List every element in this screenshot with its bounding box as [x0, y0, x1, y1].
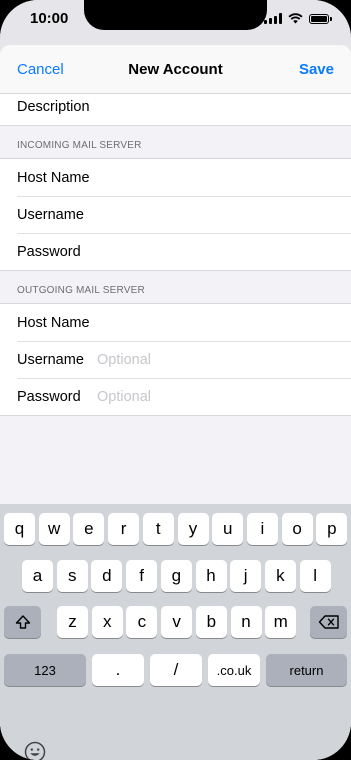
status-icons — [264, 13, 332, 24]
incoming-host-label: Host Name — [17, 169, 90, 186]
nav-bar: Cancel New Account Save — [0, 45, 351, 94]
outgoing-host-field[interactable]: Host Name — [0, 304, 351, 341]
slash-key[interactable]: / — [150, 654, 202, 686]
description-label: Description — [17, 99, 90, 115]
key-d[interactable]: d — [91, 560, 123, 592]
delete-key[interactable] — [310, 606, 347, 638]
save-button[interactable]: Save — [299, 61, 334, 78]
domain-key[interactable]: .co.uk — [208, 654, 260, 686]
key-y[interactable]: y — [177, 513, 209, 545]
keyboard-row-4: 123 . / .co.uk return — [0, 654, 351, 686]
key-s[interactable]: s — [56, 560, 88, 592]
incoming-section-header: INCOMING MAIL SERVER — [0, 126, 351, 158]
notch — [84, 0, 267, 30]
key-f[interactable]: f — [126, 560, 158, 592]
incoming-group: Host Name Username Password — [0, 158, 351, 271]
incoming-username-label: Username — [17, 206, 84, 223]
key-i[interactable]: i — [246, 513, 278, 545]
keyboard-row-2: asdfghjkl — [0, 560, 351, 592]
key-h[interactable]: h — [195, 560, 227, 592]
key-v[interactable]: v — [161, 606, 193, 638]
key-t[interactable]: t — [142, 513, 174, 545]
incoming-host-field[interactable]: Host Name — [0, 159, 351, 196]
incoming-password-label: Password — [17, 243, 81, 260]
keyboard: qwertyuiop asdfghjkl zxcvbnm 123 . / .co… — [0, 504, 351, 760]
key-o[interactable]: o — [281, 513, 313, 545]
signal-icon — [264, 13, 282, 24]
delete-icon — [318, 615, 339, 629]
key-u[interactable]: u — [212, 513, 244, 545]
emoji-icon[interactable] — [24, 741, 46, 760]
shift-icon — [15, 615, 30, 629]
key-x[interactable]: x — [91, 606, 123, 638]
key-c[interactable]: c — [126, 606, 158, 638]
status-time: 10:00 — [30, 10, 69, 27]
outgoing-host-label: Host Name — [17, 314, 90, 331]
keyboard-row-3: zxcvbnm — [0, 606, 351, 638]
key-k[interactable]: k — [264, 560, 296, 592]
new-account-sheet: Cancel New Account Save Description INCO… — [0, 45, 351, 760]
dot-key[interactable]: . — [92, 654, 144, 686]
key-m[interactable]: m — [265, 606, 297, 638]
key-j[interactable]: j — [230, 560, 262, 592]
incoming-password-field[interactable]: Password — [0, 233, 351, 270]
key-e[interactable]: e — [73, 513, 105, 545]
keyboard-row-1: qwertyuiop — [0, 513, 351, 545]
key-n[interactable]: n — [230, 606, 262, 638]
key-z[interactable]: z — [57, 606, 88, 638]
outgoing-username-placeholder: Optional — [97, 351, 152, 368]
shift-key[interactable] — [4, 606, 41, 638]
numbers-key[interactable]: 123 — [4, 654, 86, 686]
description-group: Description — [0, 94, 351, 126]
key-a[interactable]: a — [22, 560, 53, 592]
outgoing-username-label: Username — [17, 351, 84, 368]
incoming-username-field[interactable]: Username — [0, 196, 351, 233]
outgoing-section-header: OUTGOING MAIL SERVER — [0, 271, 351, 303]
outgoing-password-field[interactable]: Password Optional — [0, 378, 351, 415]
outgoing-password-placeholder: Optional — [97, 388, 152, 405]
key-b[interactable]: b — [195, 606, 227, 638]
key-q[interactable]: q — [4, 513, 35, 545]
outgoing-group: Host Name Username Optional Password Opt… — [0, 303, 351, 416]
key-g[interactable]: g — [160, 560, 192, 592]
outgoing-username-field[interactable]: Username Optional — [0, 341, 351, 378]
key-r[interactable]: r — [108, 513, 140, 545]
key-w[interactable]: w — [38, 513, 70, 545]
status-bar: 10:00 — [0, 0, 351, 36]
key-p[interactable]: p — [316, 513, 348, 545]
description-field[interactable]: Description — [0, 94, 351, 125]
return-key[interactable]: return — [266, 654, 347, 686]
outgoing-password-label: Password — [17, 388, 81, 405]
wifi-icon — [288, 13, 303, 24]
phone-screen: 10:00 Cancel New Account Save Descriptio… — [0, 0, 351, 760]
battery-icon — [309, 13, 332, 24]
key-l[interactable]: l — [299, 560, 331, 592]
